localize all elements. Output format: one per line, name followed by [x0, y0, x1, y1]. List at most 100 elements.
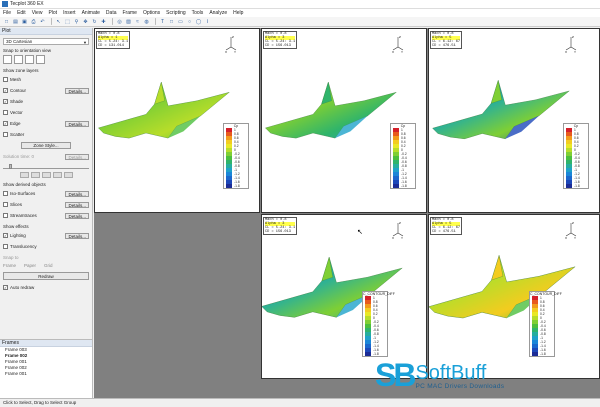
last-frame-button[interactable] — [64, 172, 73, 178]
print-icon[interactable]: ⎙ — [30, 18, 37, 25]
plot-frame-3[interactable]: Mach = 0.8 Alpha = 5 CL = 6.12: 67 CD = 476… — [428, 28, 600, 213]
info-cd: CD = 156.013 — [265, 44, 295, 48]
watermark: SB SoftBuff PC MAC Drivers Downloads — [375, 359, 504, 391]
aircraft-surface[interactable] — [262, 67, 398, 177]
view-xz-button[interactable] — [14, 55, 23, 64]
svg-text:Z: Z — [232, 35, 234, 39]
legend-tick-label: -1.8 — [401, 184, 407, 188]
effect-label: Translucency — [10, 244, 37, 249]
snap-paper-radio[interactable]: Paper — [24, 263, 36, 268]
menu-help[interactable]: Help — [233, 10, 243, 16]
auto-redraw-checkbox[interactable]: ✓ — [3, 285, 8, 290]
play-button[interactable] — [42, 172, 51, 178]
auto-redraw-row: ✓ Auto redraw — [0, 282, 92, 293]
view-yz-button[interactable] — [25, 55, 34, 64]
view-xy-button[interactable] — [3, 55, 12, 64]
derived-label: Slices — [10, 202, 23, 207]
streamtraces-checkbox[interactable] — [3, 213, 8, 218]
menu-insert[interactable]: Insert — [63, 10, 76, 16]
square-icon[interactable]: □ — [168, 18, 175, 25]
first-frame-button[interactable] — [20, 172, 29, 178]
menu-scripting[interactable]: Scripting — [166, 10, 185, 16]
vector-checkbox[interactable] — [3, 110, 8, 115]
title-bar: Tecplot 360 EX — [0, 0, 600, 9]
workspace[interactable]: Mach = 0.8 Alpha = 1 CL = 5.24: 3.1 CD = 13… — [94, 28, 600, 398]
scatter-checkbox[interactable] — [3, 132, 8, 137]
lighting-checkbox[interactable]: ✓ — [3, 233, 8, 238]
slice-icon[interactable]: ▨ — [125, 18, 132, 25]
plot-frame-5[interactable]: Mach = 0.8 Alpha = 5 CL = 6.12: 67 CD = 476… — [428, 214, 600, 379]
info-cd: CD = 156.013 — [265, 230, 295, 234]
solution-time-details-button[interactable]: Details... — [65, 153, 89, 160]
solution-time-slider[interactable] — [3, 164, 89, 169]
undo-icon[interactable]: ↶ — [39, 18, 46, 25]
watermark-brand: SoftBuff PC MAC Drivers Downloads — [415, 363, 504, 390]
frame-list-item[interactable]: Frame 001 — [0, 371, 92, 377]
plot-frame-4[interactable]: Mach = 0.8 Alpha = 3 CL = 5.24: 3.1 CD = 15… — [261, 214, 427, 379]
iso-surfaces-checkbox[interactable] — [3, 191, 8, 196]
view-iso-button[interactable] — [36, 55, 45, 64]
legend-tick-label: -1.8 — [540, 352, 546, 356]
menu-tools[interactable]: Tools — [192, 10, 204, 16]
translate-icon[interactable]: ✥ — [82, 18, 89, 25]
new-icon[interactable]: □ — [3, 18, 10, 25]
legend-ticks: 1 0.8 0.6 0.4 0.2 0 -0.2 -0.4 -0.6 -0.8 -1 -1.2 -1.4… — [574, 128, 580, 188]
rectangle-icon[interactable]: ▭ — [177, 18, 184, 25]
menu-options[interactable]: Options — [143, 10, 160, 16]
select-icon[interactable]: ⬚ — [64, 18, 71, 25]
menu-file[interactable]: File — [3, 10, 11, 16]
menu-view[interactable]: View — [32, 10, 43, 16]
flow-info-box: Mach = 0.8 Alpha = 5 CL = 6.12: 67 CD = 476… — [430, 217, 463, 235]
menu-animate[interactable]: Animate — [82, 10, 100, 16]
orientation-buttons — [0, 54, 92, 65]
plot-frame-2[interactable]: Mach = 0.8 Alpha = 3 CL = 5.24: 3.1 CD = 15… — [261, 28, 427, 213]
translucency-checkbox[interactable] — [3, 244, 8, 249]
snap-grid-radio[interactable]: Grid — [44, 263, 53, 268]
isosurface-icon[interactable]: ◍ — [143, 18, 150, 25]
menu-frame[interactable]: Frame — [122, 10, 136, 16]
pointer-icon[interactable]: ↖ — [55, 18, 62, 25]
svg-text:Z: Z — [399, 35, 401, 39]
ellipse-icon[interactable]: ◯ — [195, 18, 202, 25]
open-icon[interactable]: ▤ — [12, 18, 19, 25]
rotate-icon[interactable]: ↻ — [91, 18, 98, 25]
mesh-checkbox[interactable] — [3, 77, 8, 82]
aircraft-surface[interactable] — [95, 67, 231, 177]
derived-details-button[interactable]: Details... — [65, 212, 89, 219]
zoom-icon[interactable]: ⚲ — [73, 18, 80, 25]
derived-details-button[interactable]: Details... — [65, 201, 89, 208]
legend-ticks: 1 0.8 0.6 0.4 0.2 0 -0.2 -0.4 -0.6 -0.8 -1 -1.2 -1.4… — [540, 296, 546, 356]
svg-text:Y: Y — [234, 50, 236, 53]
text-icon[interactable]: T — [159, 18, 166, 25]
snap-frame-radio[interactable]: Frame — [3, 263, 16, 268]
zone-style-button[interactable]: Zone Style... — [21, 142, 71, 149]
plot-type-select[interactable]: 3D Cartesian ▼ — [3, 38, 89, 45]
info-value: 131.014 — [108, 44, 124, 48]
toolbar-separator — [155, 18, 156, 25]
contour-checkbox[interactable]: ✓ — [3, 88, 8, 93]
circle-icon[interactable]: ○ — [186, 18, 193, 25]
svg-text:X: X — [565, 50, 567, 53]
next-frame-button[interactable] — [53, 172, 62, 178]
shade-checkbox[interactable]: ✓ — [3, 99, 8, 104]
aircraft-surface[interactable] — [429, 67, 571, 177]
contour-details-button[interactable]: Details... — [65, 87, 89, 94]
menu-edit[interactable]: Edit — [17, 10, 26, 16]
edge-checkbox[interactable]: ✓ — [3, 121, 8, 126]
polyline-icon[interactable]: ⌇ — [204, 18, 211, 25]
prev-frame-button[interactable] — [31, 172, 40, 178]
lighting-details-button[interactable]: Details... — [65, 232, 89, 239]
edge-details-button[interactable]: Details... — [65, 120, 89, 127]
slices-checkbox[interactable] — [3, 202, 8, 207]
probe-icon[interactable]: ✚ — [100, 18, 107, 25]
contour-add-icon[interactable]: ◎ — [116, 18, 123, 25]
menu-data[interactable]: Data — [106, 10, 117, 16]
slider-thumb[interactable] — [9, 164, 12, 169]
save-icon[interactable]: ▣ — [21, 18, 28, 25]
streamtrace-icon[interactable]: ≈ — [134, 18, 141, 25]
redraw-button[interactable]: Redraw — [3, 272, 89, 280]
menu-plot[interactable]: Plot — [48, 10, 57, 16]
menu-analyze[interactable]: Analyze — [209, 10, 227, 16]
plot-frame-1[interactable]: Mach = 0.8 Alpha = 1 CL = 5.24: 3.1 CD = 13… — [94, 28, 260, 213]
derived-details-button[interactable]: Details... — [65, 190, 89, 197]
